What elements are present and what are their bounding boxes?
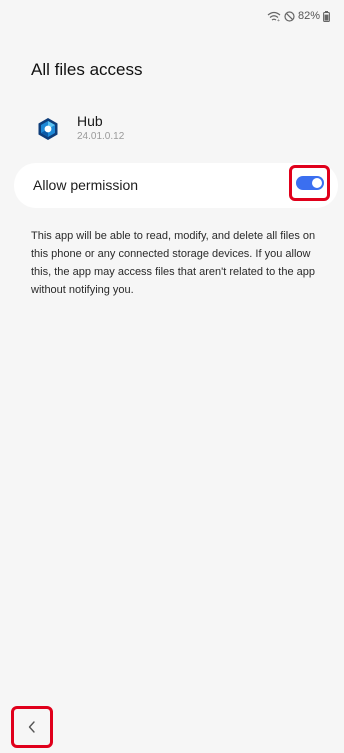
toggle-track [295, 176, 324, 190]
do-not-disturb-icon [284, 10, 295, 22]
allow-permission-card[interactable]: Allow permission [14, 163, 338, 208]
app-version: 24.01.0.12 [77, 131, 125, 142]
wifi-signal-icon: + [267, 11, 281, 22]
allow-permission-toggle[interactable] [289, 165, 330, 201]
status-bar: + 82% [0, 0, 344, 30]
back-button[interactable] [11, 706, 53, 748]
app-name: Hub [77, 113, 103, 129]
hub-app-icon [38, 117, 58, 140]
app-text: Hub 24.01.0.12 [77, 113, 124, 144]
svg-text:+: + [277, 18, 280, 22]
page-title: All files access [31, 60, 143, 79]
permission-description: This app will be able to read, modify, a… [31, 230, 316, 296]
toggle-thumb [311, 178, 322, 188]
app-info-row: Hub 24.01.0.12 [36, 113, 124, 144]
battery-icon [323, 10, 330, 22]
status-icons: + 82% [267, 10, 330, 22]
battery-percent: 82% [297, 10, 320, 22]
chevron-left-icon [28, 721, 35, 733]
allow-permission-label: Allow permission [33, 177, 139, 193]
